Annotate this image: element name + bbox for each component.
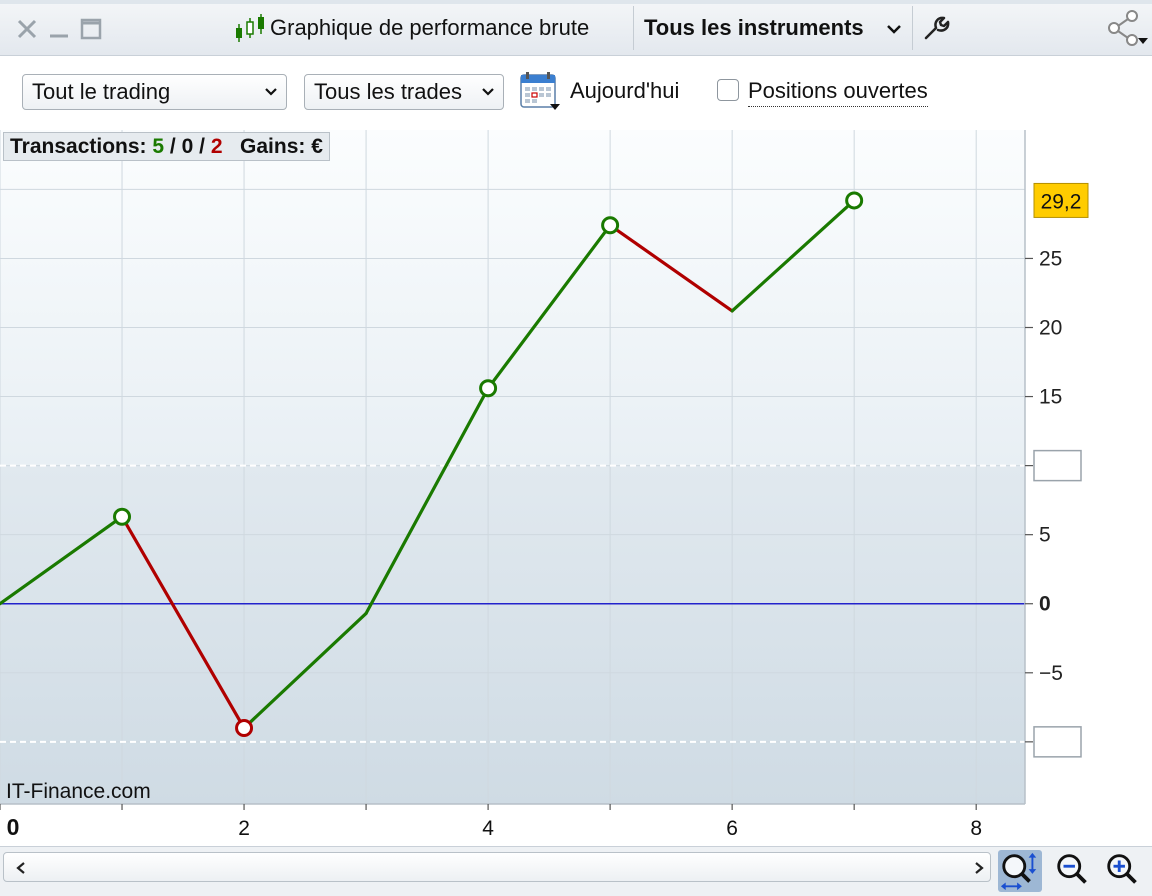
x-tick-label: 4 bbox=[482, 817, 494, 840]
zoom-in-icon[interactable] bbox=[1102, 850, 1146, 892]
transactions-label: Transactions: bbox=[10, 135, 147, 158]
title-bar: Graphique de performance brute Tous les … bbox=[0, 0, 1152, 56]
chart-area[interactable]: −10 −5 0 5 10 15 20 25 0 2 4 6 8 29,2 bbox=[0, 130, 1152, 846]
last-value-label: 29,2 bbox=[1041, 190, 1082, 213]
wins-count: 5 bbox=[152, 135, 165, 158]
minimize-icon[interactable] bbox=[48, 18, 70, 40]
trade-filter-value: Tous les trades bbox=[314, 79, 462, 104]
chevron-down-icon[interactable] bbox=[886, 22, 902, 36]
chevron-down-icon bbox=[482, 88, 494, 96]
wrench-icon[interactable] bbox=[922, 14, 950, 42]
x-tick-label: 2 bbox=[238, 817, 250, 840]
zoom-fit-icon[interactable] bbox=[998, 850, 1042, 892]
losses-count: 2 bbox=[210, 135, 223, 158]
instruments-dropdown[interactable]: Tous les instruments bbox=[644, 14, 864, 42]
candlestick-icon bbox=[236, 14, 264, 42]
y-tick-label: −5 bbox=[1039, 662, 1063, 685]
x-tick-label: 8 bbox=[970, 817, 982, 840]
trade-marker bbox=[235, 719, 254, 738]
stats-separator: / bbox=[169, 135, 176, 158]
trade-marker bbox=[845, 191, 864, 210]
trading-filter-select[interactable]: Tout le trading bbox=[22, 74, 287, 110]
plot-background-upper bbox=[0, 130, 1025, 466]
y-tick-label: 0 bbox=[1039, 593, 1051, 616]
open-positions-checkbox[interactable] bbox=[717, 79, 739, 101]
title-separator bbox=[633, 6, 634, 50]
zoom-out-icon[interactable] bbox=[1052, 850, 1096, 892]
performance-chart[interactable]: −10−505101520250 2 4 6 829,2 bbox=[0, 130, 1152, 846]
stats-separator: / bbox=[199, 135, 205, 158]
y-tick-label: 5 bbox=[1039, 524, 1051, 547]
neutral-count: 0 bbox=[181, 135, 194, 158]
gains-label: Gains: bbox=[240, 135, 306, 158]
horizontal-scrollbar[interactable] bbox=[3, 852, 991, 882]
trading-filter-value: Tout le trading bbox=[32, 79, 171, 104]
y-tick-label: 20 bbox=[1039, 317, 1062, 340]
trade-marker bbox=[601, 216, 620, 235]
chevron-down-icon bbox=[265, 88, 277, 96]
share-icon[interactable] bbox=[1106, 10, 1148, 48]
watermark: IT-Finance.com bbox=[6, 780, 151, 803]
gains-currency: € bbox=[311, 135, 323, 158]
window-title: Graphique de performance brute bbox=[270, 15, 590, 40]
scroll-right-icon[interactable] bbox=[968, 861, 990, 875]
plot-background-lower bbox=[0, 465, 1025, 804]
trade-marker bbox=[479, 379, 498, 398]
maximize-icon[interactable] bbox=[80, 18, 102, 40]
y-tick-label: 10 bbox=[1039, 455, 1062, 478]
x-tick-label: 0 bbox=[7, 814, 20, 840]
y-tick-label: −10 bbox=[1039, 731, 1075, 754]
y-tick-label: 25 bbox=[1039, 247, 1062, 270]
trade-filter-select[interactable]: Tous les trades bbox=[304, 74, 504, 110]
transactions-summary: Transactions: 5 / 0 / 2 Gains: € bbox=[3, 132, 330, 161]
close-icon[interactable] bbox=[16, 18, 38, 40]
calendar-icon[interactable] bbox=[518, 70, 562, 112]
x-tick-label: 6 bbox=[726, 817, 738, 840]
open-positions-label[interactable]: Positions ouvertes bbox=[748, 76, 928, 107]
trade-marker bbox=[113, 507, 132, 526]
today-label[interactable]: Aujourd'hui bbox=[570, 76, 679, 106]
title-separator bbox=[912, 6, 913, 50]
y-tick-label: 15 bbox=[1039, 386, 1062, 409]
scroll-left-icon[interactable] bbox=[10, 861, 32, 875]
title-bar-strip bbox=[0, 0, 1152, 4]
